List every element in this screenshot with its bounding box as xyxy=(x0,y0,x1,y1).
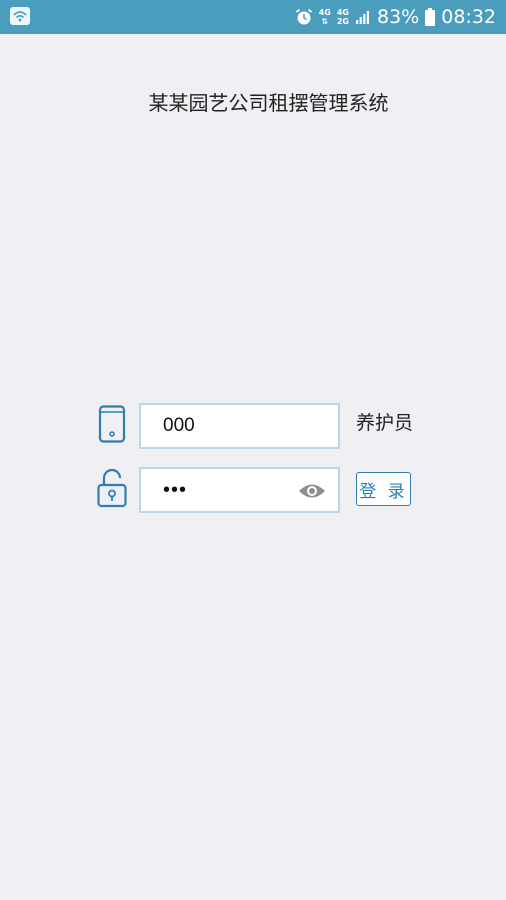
login-button[interactable]: 登 录 xyxy=(356,472,411,506)
password-value: ••• xyxy=(163,478,188,501)
status-bar: 4G ⇅ 4G 2G 83% 08:32 xyxy=(0,0,506,34)
wifi-icon xyxy=(10,7,30,25)
role-label[interactable]: 养护员 xyxy=(356,408,413,435)
alarm-icon xyxy=(295,8,312,25)
clock: 08:32 xyxy=(441,6,496,28)
eye-icon[interactable] xyxy=(298,482,326,500)
battery-percent: 83% xyxy=(377,6,420,28)
phone-icon xyxy=(98,405,126,443)
battery-icon xyxy=(425,8,436,26)
unlock-icon xyxy=(97,468,127,508)
account-input[interactable]: 000 xyxy=(139,403,340,449)
page-title: 某某园艺公司租摆管理系统 xyxy=(148,91,389,115)
account-value: 000 xyxy=(163,415,195,436)
network-indicator-1: 4G ⇅ xyxy=(318,8,331,26)
network-indicator-2: 4G 2G xyxy=(336,8,349,26)
password-input[interactable]: ••• xyxy=(139,467,340,513)
signal-icon xyxy=(356,11,369,24)
